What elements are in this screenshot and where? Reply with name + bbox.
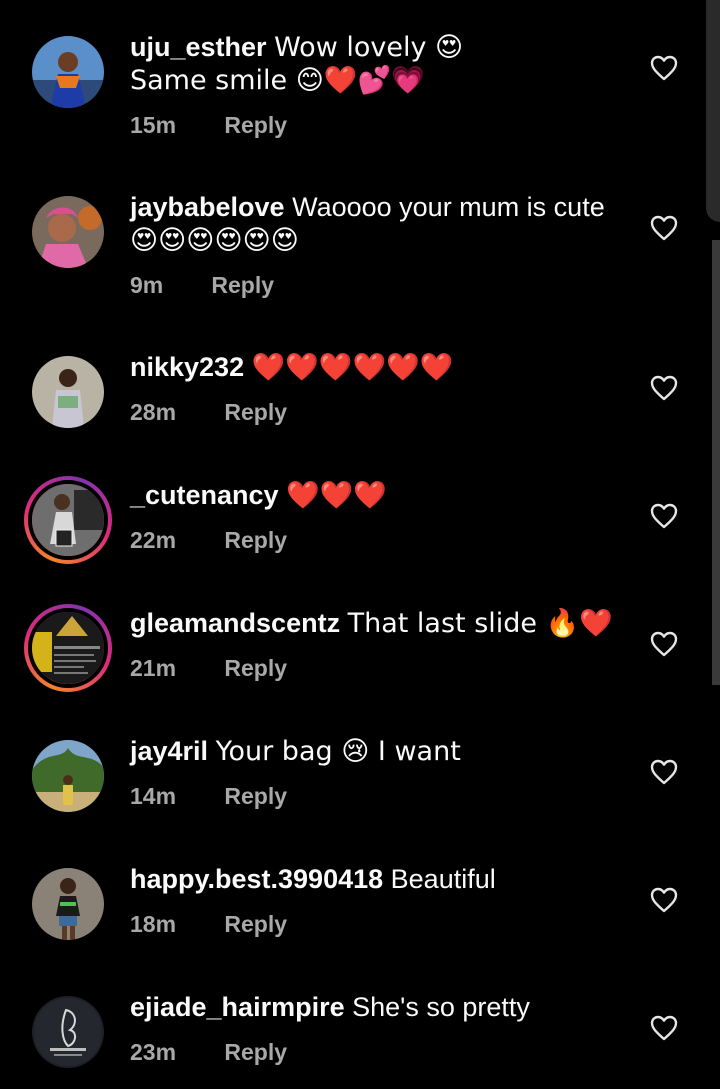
reply-button[interactable]: Reply: [224, 111, 287, 139]
comment-username[interactable]: gleamandscentz: [130, 608, 340, 638]
comment-text: ❤️❤️❤️❤️❤️❤️: [251, 352, 454, 383]
comment-text: She's so pretty: [352, 992, 530, 1022]
heart-outline-icon[interactable]: [650, 1015, 678, 1041]
avatar[interactable]: [32, 996, 104, 1068]
comment-username[interactable]: happy.best.3990418: [130, 864, 383, 894]
avatar[interactable]: [24, 476, 112, 564]
comment-text: Beautiful: [390, 864, 496, 894]
reply-button[interactable]: Reply: [224, 654, 287, 682]
heart-outline-icon[interactable]: [650, 503, 678, 529]
avatar[interactable]: [32, 868, 104, 940]
comment-text: ❤️❤️❤️: [286, 480, 387, 511]
comment-username[interactable]: jay4ril: [130, 736, 208, 766]
comment-username[interactable]: ejiade_hairmpire: [130, 992, 345, 1022]
reply-button[interactable]: Reply: [224, 1038, 287, 1066]
comment-timestamp: 22m: [130, 527, 177, 553]
comment-username[interactable]: jaybabelove: [130, 192, 285, 222]
comment-timestamp: 21m: [130, 655, 177, 681]
comment-username[interactable]: nikky232: [130, 352, 244, 382]
avatar[interactable]: [32, 36, 104, 108]
heart-outline-icon[interactable]: [650, 887, 678, 913]
comment-username[interactable]: uju_esther: [130, 32, 267, 62]
avatar[interactable]: [32, 196, 104, 268]
comment-text: Waoooo your mum is cute: [292, 192, 605, 222]
comment-text-line2: Same smile 😊❤️💕💗: [130, 65, 425, 96]
comment-timestamp: 28m: [130, 399, 177, 425]
reply-button[interactable]: Reply: [224, 526, 287, 554]
comment-username[interactable]: _cutenancy: [130, 480, 279, 510]
comment-timestamp: 14m: [130, 783, 177, 809]
reply-button[interactable]: Reply: [224, 910, 287, 938]
comments-list: uju_esther Wow lovely 😍 Same smile 😊❤️💕💗…: [0, 0, 720, 1089]
reply-button[interactable]: Reply: [224, 782, 287, 810]
heart-outline-icon[interactable]: [650, 759, 678, 785]
avatar[interactable]: [32, 740, 104, 812]
avatar[interactable]: [32, 356, 104, 428]
avatar[interactable]: [24, 604, 112, 692]
comment-timestamp: 18m: [130, 911, 177, 937]
comment-text: Wow lovely 😍: [274, 32, 464, 63]
heart-outline-icon[interactable]: [650, 375, 678, 401]
comment-text-line2: 😍😍😍😍😍😍: [130, 225, 299, 256]
comment-timestamp: 23m: [130, 1039, 177, 1065]
scrollbar[interactable]: [712, 240, 720, 685]
heart-outline-icon[interactable]: [650, 55, 678, 81]
heart-outline-icon[interactable]: [650, 215, 678, 241]
comment-text: Your bag 😢 I want: [215, 736, 461, 767]
comment-timestamp: 15m: [130, 112, 177, 138]
reply-button[interactable]: Reply: [211, 271, 274, 299]
edge-panel-handle[interactable]: [706, 0, 720, 222]
heart-outline-icon[interactable]: [650, 631, 678, 657]
reply-button[interactable]: Reply: [224, 398, 287, 426]
comment-text: That last slide 🔥❤️: [347, 608, 613, 639]
comment-timestamp: 9m: [130, 272, 164, 298]
